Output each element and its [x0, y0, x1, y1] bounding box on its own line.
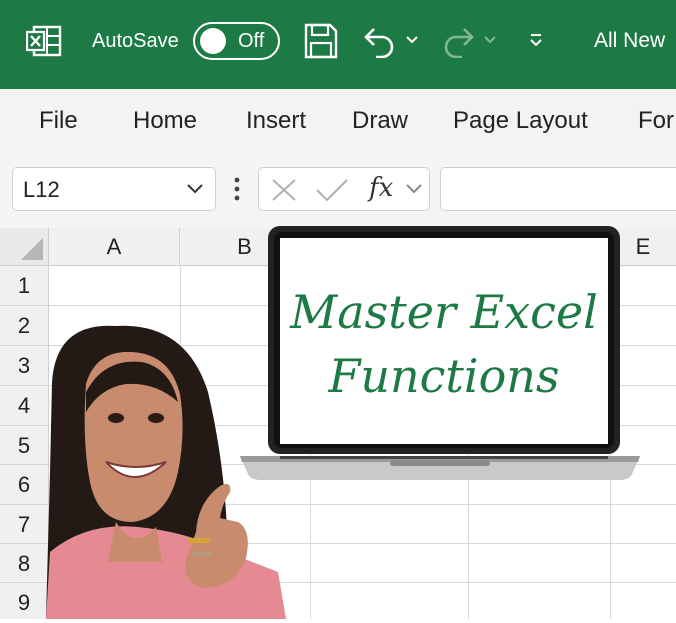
row-header-6[interactable]: 6 [0, 465, 49, 505]
tab-home[interactable]: Home [133, 107, 197, 135]
headline-text: Master Excel Functions [280, 280, 608, 408]
select-all-triangle-icon [21, 238, 43, 260]
document-title: All New [594, 29, 666, 52]
row-header-2[interactable]: 2 [0, 306, 49, 346]
tab-page-layout[interactable]: Page Layout [453, 107, 588, 135]
insert-function-button[interactable]: fx [369, 173, 393, 203]
presenter-photo [46, 325, 286, 619]
save-icon[interactable] [303, 22, 339, 60]
excel-logo-icon[interactable] [26, 24, 62, 58]
row-header-7[interactable]: 7 [0, 505, 49, 544]
formula-input[interactable] [440, 167, 676, 211]
name-box-value: L12 [23, 177, 60, 202]
customize-quick-access-icon[interactable] [527, 31, 545, 49]
enter-checkmark-icon[interactable] [315, 178, 349, 202]
chevron-down-icon[interactable] [185, 182, 205, 196]
toggle-knob [200, 28, 226, 54]
chevron-down-icon[interactable] [404, 33, 420, 47]
formula-bar: L12 fx [0, 150, 676, 228]
chevron-down-icon[interactable] [405, 183, 423, 195]
row-header-1[interactable]: 1 [0, 266, 49, 306]
formula-controls: fx [258, 167, 430, 211]
tab-formulas[interactable]: For [638, 107, 674, 135]
row-header-8[interactable]: 8 [0, 544, 49, 583]
column-header-a[interactable]: A [49, 228, 180, 266]
row-header-5[interactable]: 5 [0, 426, 49, 465]
tab-insert[interactable]: Insert [246, 107, 306, 135]
undo-icon[interactable] [362, 24, 398, 58]
headline-line-2: Functions [328, 349, 560, 403]
row-header-3[interactable]: 3 [0, 346, 49, 386]
headline-line-1: Master Excel [290, 285, 598, 339]
name-box[interactable]: L12 [12, 167, 216, 211]
tab-draw[interactable]: Draw [352, 107, 408, 135]
chevron-down-icon[interactable] [482, 33, 498, 47]
autosave-label: AutoSave [92, 30, 179, 52]
autosave-state: Off [238, 30, 265, 52]
ribbon-tabs: File Home Insert Draw Page Layout For [0, 89, 676, 150]
cancel-icon[interactable] [271, 178, 297, 202]
redo-icon[interactable] [440, 24, 476, 58]
more-options-icon[interactable] [230, 172, 244, 206]
select-all-button[interactable] [0, 228, 49, 266]
tab-file[interactable]: File [39, 107, 78, 135]
row-header-9[interactable]: 9 [0, 583, 49, 619]
autosave-toggle[interactable]: Off [193, 22, 280, 60]
row-header-4[interactable]: 4 [0, 386, 49, 426]
title-bar: AutoSave Off All New [0, 0, 676, 89]
